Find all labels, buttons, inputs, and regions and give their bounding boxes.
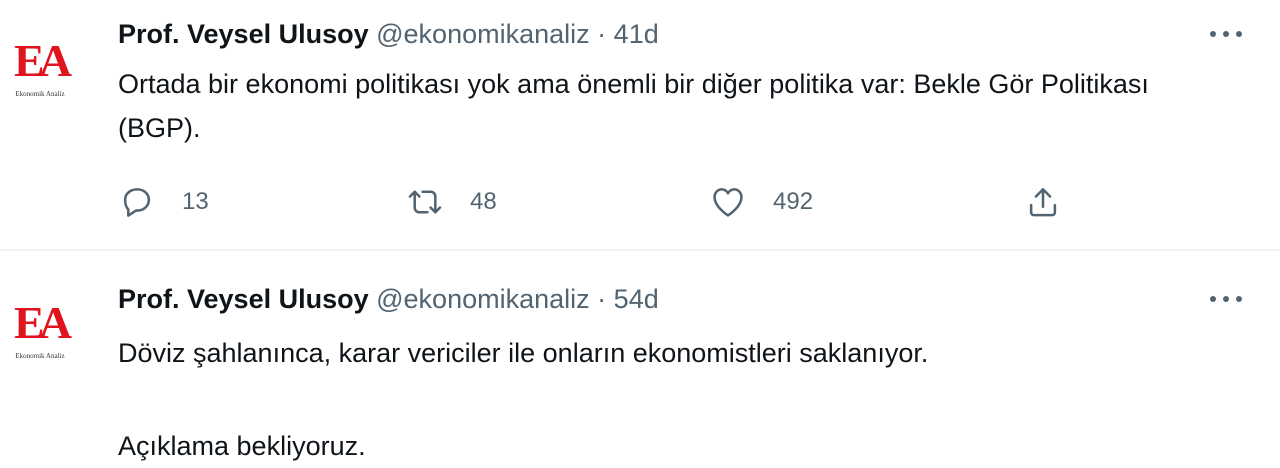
tweet-text: Ortada bir ekonomi politikası yok ama ön… <box>118 69 1149 143</box>
author-handle[interactable]: @ekonomikanaliz <box>376 19 590 49</box>
avatar[interactable]: EA Ekonomik Analiz <box>2 292 78 368</box>
share-button[interactable] <box>1024 180 1062 224</box>
more-icon[interactable] <box>1206 291 1246 307</box>
svg-text:Ekonomik Analiz: Ekonomik Analiz <box>15 90 64 98</box>
svg-text:EA: EA <box>14 35 72 86</box>
svg-text:EA: EA <box>14 297 72 348</box>
tweet-timestamp[interactable]: 54d <box>614 284 659 314</box>
tweet-text: Döviz şahlanınca, karar vericiler ile on… <box>118 331 1218 468</box>
tweet-header: Prof. Veysel Ulusoy @ekonomikanaliz · 41… <box>118 14 659 54</box>
svg-text:Ekonomik Analiz: Ekonomik Analiz <box>15 352 64 360</box>
tweet-text-line: Açıklama bekliyoruz. <box>118 431 366 461</box>
tweet-actions: 13 48 492 <box>0 180 1280 224</box>
retweet-icon <box>408 190 442 214</box>
separator-dot: · <box>597 19 607 49</box>
share-icon <box>1029 188 1057 217</box>
tweet[interactable]: EA Ekonomik Analiz Prof. Veysel Ulusoy @… <box>0 251 1280 468</box>
like-icon <box>713 188 743 217</box>
retweet-count: 48 <box>470 188 497 215</box>
tweet[interactable]: EA Ekonomik Analiz Prof. Veysel Ulusoy @… <box>0 0 1280 250</box>
reply-icon <box>123 188 151 217</box>
reply-count: 13 <box>182 188 209 215</box>
tweet-header: Prof. Veysel Ulusoy @ekonomikanaliz · 54… <box>118 279 659 319</box>
author-name[interactable]: Prof. Veysel Ulusoy <box>118 284 369 314</box>
tweet-text-line: Döviz şahlanınca, karar vericiler ile on… <box>118 338 929 368</box>
reply-button[interactable]: 13 <box>118 180 209 224</box>
like-count: 492 <box>773 188 814 215</box>
tweet-timestamp[interactable]: 41d <box>614 19 659 49</box>
retweet-button[interactable]: 48 <box>406 180 497 224</box>
author-handle[interactable]: @ekonomikanaliz <box>376 284 590 314</box>
avatar[interactable]: EA Ekonomik Analiz <box>2 30 78 106</box>
separator-dot: · <box>597 284 607 314</box>
author-name[interactable]: Prof. Veysel Ulusoy <box>118 19 369 49</box>
like-button[interactable]: 492 <box>709 180 813 224</box>
more-icon[interactable] <box>1206 26 1246 42</box>
